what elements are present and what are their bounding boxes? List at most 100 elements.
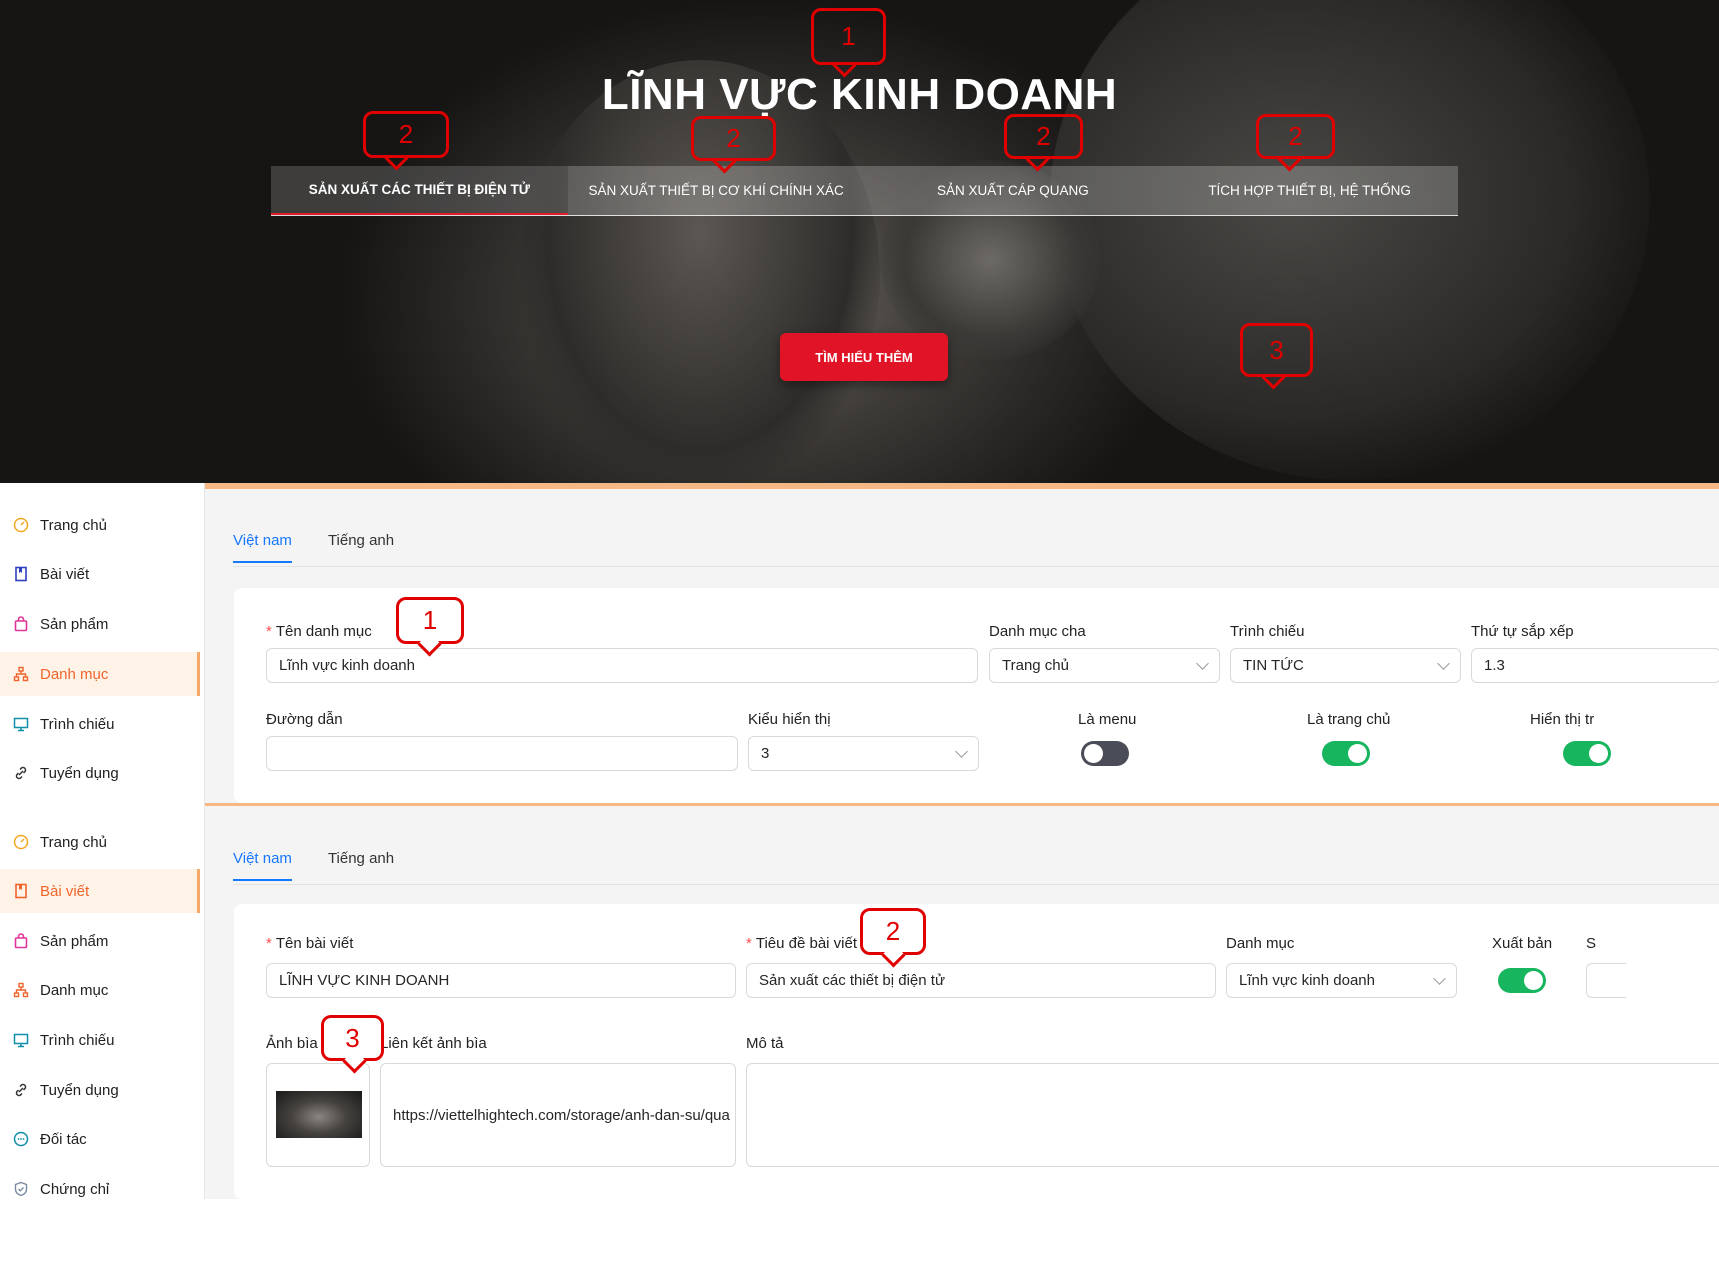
description-textarea[interactable] <box>746 1063 1719 1167</box>
toggle-knob <box>1589 744 1608 763</box>
category-form-card: * Tên danh mục Lĩnh vực kinh doanh Danh m… <box>234 588 1719 803</box>
cover-image-label: Ảnh bìa <box>266 1035 318 1052</box>
hero-tab-fiber-optic[interactable]: SẢN XUẤT CÁP QUANG <box>865 166 1162 215</box>
callout-tab-3: 2 <box>1004 114 1083 159</box>
panel-top-accent <box>205 483 1719 489</box>
publish-toggle[interactable] <box>1498 968 1546 993</box>
tabs-divider <box>233 566 1719 567</box>
sidebar-item-label: Tuyển dụng <box>40 1081 119 1099</box>
hero-banner: LĨNH VỰC KINH DOANH SẢN XUẤT CÁC THIẾT B… <box>0 0 1719 483</box>
path-input[interactable] <box>266 736 738 771</box>
shopping-bag-icon <box>13 616 29 632</box>
display-type-label: Kiểu hiển thị <box>748 711 831 728</box>
sidebar-1-menu: Trang chủ Bài viết Sản phẩm Danh mục Trì… <box>0 483 205 803</box>
display-type-select[interactable]: 3 <box>748 736 979 771</box>
tab-vietnamese[interactable]: Việt nam <box>233 532 292 563</box>
sidebar-item-label: Bài viết <box>40 565 90 583</box>
callout-category-name: 1 <box>396 597 464 644</box>
sidebar2-item-categories[interactable]: Danh mục <box>0 968 200 1012</box>
panel-top-accent <box>205 803 1719 806</box>
is-home-toggle[interactable] <box>1322 741 1370 766</box>
post-form-card: * Tên bài viết LĨNH VỰC KINH DOANH * Tiêu … <box>234 904 1719 1199</box>
show-toggle[interactable] <box>1563 741 1611 766</box>
toggle-knob <box>1084 744 1103 763</box>
show-label: Hiển thị tr <box>1530 711 1595 728</box>
hero-tab-bar: SẢN XUẤT CÁC THIẾT BỊ ĐIỆN TỬ SẢN XUẤT T… <box>271 166 1458 216</box>
sidebar1-item-recruitment[interactable]: Tuyển dụng <box>0 751 200 795</box>
post-title-input[interactable]: Sản xuất các thiết bị điện tử <box>746 963 1216 998</box>
hierarchy-icon <box>13 666 29 682</box>
monitor-icon <box>13 1032 29 1048</box>
dashboard-icon <box>13 517 29 533</box>
learn-more-button[interactable]: TÌM HIỂU THÊM <box>780 333 948 381</box>
post-category-select[interactable]: Lĩnh vực kinh doanh <box>1226 963 1457 998</box>
sidebar1-item-slideshow[interactable]: Trình chiếu <box>0 702 200 746</box>
post-panel: Việt nam Tiếng anh * Tên bài viết LĨNH VỰ… <box>205 803 1719 1199</box>
sidebar-item-label: Tuyển dụng <box>40 764 119 782</box>
sidebar-item-label: Sản phẩm <box>40 932 109 950</box>
sidebar-item-label: Trình chiếu <box>40 1031 115 1049</box>
sidebar-item-label: Trang chủ <box>40 833 107 851</box>
sidebar-item-label: Sản phẩm <box>40 615 109 633</box>
sidebar2-item-slideshow[interactable]: Trình chiếu <box>0 1018 200 1062</box>
parent-category-select[interactable]: Trang chủ <box>989 648 1220 683</box>
tab-english[interactable]: Tiếng anh <box>328 850 394 881</box>
is-home-label: Là trang chủ <box>1307 711 1391 728</box>
callout-title: 1 <box>811 8 886 65</box>
monitor-icon <box>13 716 29 732</box>
sidebar2-item-posts[interactable]: Bài viết <box>0 869 200 913</box>
sidebar2-item-products[interactable]: Sản phẩm <box>0 919 200 963</box>
sidebar2-item-partners[interactable]: Đối tác <box>0 1117 200 1161</box>
hero-tab-electronics[interactable]: SẢN XUẤT CÁC THIẾT BỊ ĐIỆN TỬ <box>271 166 568 215</box>
sidebar1-item-home[interactable]: Trang chủ <box>0 503 200 547</box>
is-menu-toggle[interactable] <box>1081 741 1129 766</box>
book-icon <box>13 883 29 899</box>
callout-tab-2: 2 <box>691 116 776 161</box>
cover-link-label: Liên kết ảnh bìa <box>380 1035 487 1052</box>
sidebar1-item-products[interactable]: Sản phẩm <box>0 602 200 646</box>
sidebar2-item-recruitment[interactable]: Tuyển dụng <box>0 1068 200 1112</box>
link-icon <box>13 1082 29 1098</box>
tab-english[interactable]: Tiếng anh <box>328 532 394 563</box>
callout-tab-1: 2 <box>363 111 449 158</box>
sort-order-input[interactable]: 1.3 <box>1471 648 1719 683</box>
chat-icon <box>13 1131 29 1147</box>
category-name-input[interactable]: Lĩnh vực kinh doanh <box>266 648 978 683</box>
callout-tab-4: 2 <box>1256 114 1335 159</box>
parent-category-label: Danh mục cha <box>989 623 1086 640</box>
sidebar-2-menu: Trang chủ Bài viết Sản phẩm Danh mục Trì… <box>0 803 205 1199</box>
slideshow-select[interactable]: TIN TỨC <box>1230 648 1461 683</box>
sidebar1-item-categories[interactable]: Danh mục <box>0 652 200 696</box>
sidebar-item-label: Danh mục <box>40 665 109 683</box>
cover-image-upload[interactable] <box>266 1063 370 1167</box>
language-tabs: Việt nam Tiếng anh <box>233 850 394 881</box>
hero-tab-mechanical[interactable]: SẢN XUẤT THIẾT BỊ CƠ KHÍ CHÍNH XÁC <box>568 166 865 215</box>
shield-icon <box>13 1181 29 1197</box>
chevron-down-icon <box>1437 657 1450 670</box>
sidebar2-item-home[interactable]: Trang chủ <box>0 820 200 864</box>
hero-title: LĨNH VỰC KINH DOANH <box>601 70 1118 119</box>
post-name-input[interactable]: LĨNH VỰC KINH DOANH <box>266 963 736 998</box>
tabs-divider <box>233 884 1719 885</box>
description-label: Mô tả <box>746 1035 784 1052</box>
sidebar1-item-posts[interactable]: Bài viết <box>0 552 200 596</box>
tab-vietnamese[interactable]: Việt nam <box>233 850 292 881</box>
cut-off-field[interactable] <box>1586 963 1626 998</box>
post-title-label: * Tiêu đề bài viết <box>746 935 858 952</box>
post-name-label: * Tên bài viết <box>266 935 354 952</box>
sort-order-label: Thứ tự sắp xếp <box>1471 623 1574 640</box>
toggle-knob <box>1524 971 1543 990</box>
callout-image: 3 <box>1240 323 1313 377</box>
chevron-down-icon <box>1196 657 1209 670</box>
callout-cover-image: 3 <box>321 1015 384 1061</box>
cover-link-input[interactable]: https://viettelhightech.com/storage/anh-… <box>380 1063 736 1167</box>
sidebar-item-label: Chứng chỉ <box>40 1180 110 1198</box>
hero-tab-integration[interactable]: TÍCH HỢP THIẾT BỊ, HỆ THỐNG <box>1161 166 1458 215</box>
sidebar2-item-certificates[interactable]: Chứng chỉ <box>0 1167 200 1211</box>
sidebar-item-label: Trình chiếu <box>40 715 115 733</box>
path-label: Đường dẫn <box>266 711 343 728</box>
sidebar-item-label: Danh mục <box>40 981 109 999</box>
callout-post-title: 2 <box>860 908 926 955</box>
post-category-label: Danh mục <box>1226 935 1295 952</box>
sidebar-item-label: Trang chủ <box>40 516 107 534</box>
